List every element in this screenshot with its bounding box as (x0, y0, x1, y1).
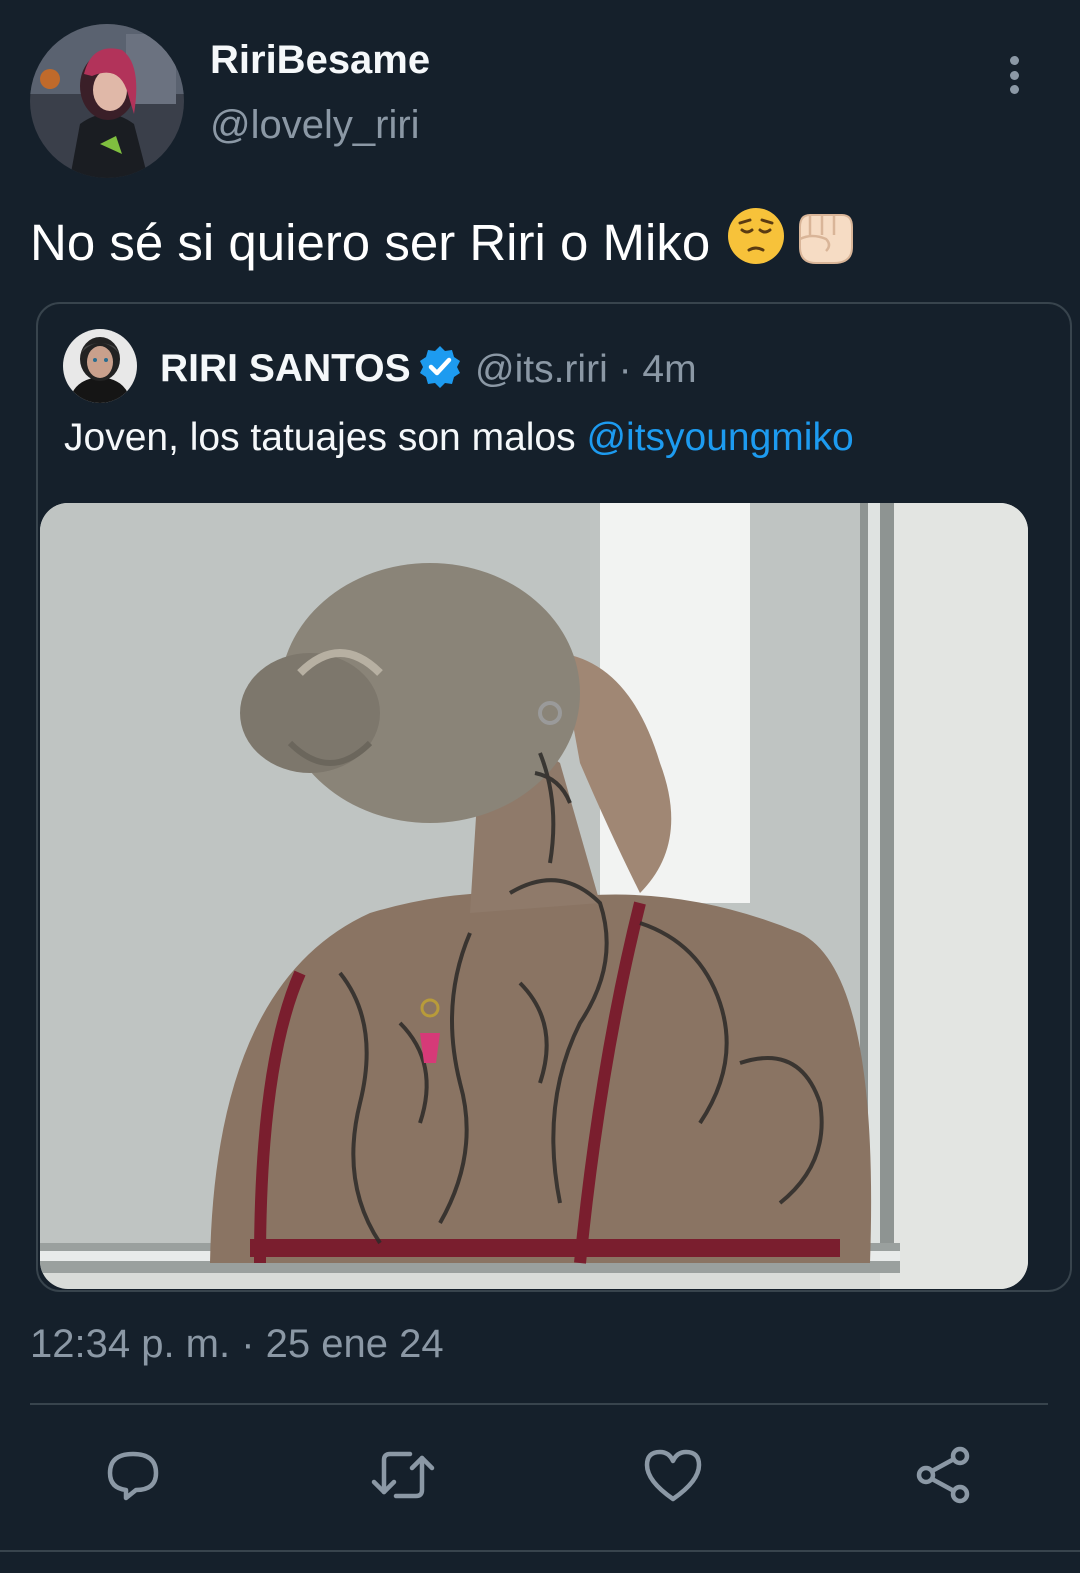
raised-fist-icon (792, 205, 858, 279)
author-avatar[interactable] (30, 24, 184, 178)
quoted-handle-time: @its.riri · 4m (475, 348, 697, 391)
retweet-icon[interactable] (370, 1442, 436, 1508)
author-display-name[interactable]: RiriBesame (210, 38, 430, 83)
quoted-author-name[interactable]: RIRI SANTOS (160, 347, 411, 391)
share-icon[interactable] (910, 1442, 976, 1508)
tweet-text: No sé si quiero ser Riri o Miko (30, 205, 858, 279)
tweet-timestamp[interactable]: 12:34 p. m. · 25 ene 24 (30, 1322, 444, 1367)
pensive-face-icon (726, 206, 786, 278)
divider (30, 1403, 1048, 1405)
tweet-detail: RiriBesame @lovely_riri No sé si quiero … (0, 0, 1080, 1573)
quoted-media-photo[interactable] (40, 503, 1028, 1289)
author-handle[interactable]: @lovely_riri (210, 103, 420, 148)
like-icon[interactable] (640, 1442, 706, 1508)
quoted-author-avatar[interactable] (63, 329, 137, 403)
mention-link[interactable]: @itsyoungmiko (586, 416, 853, 459)
quoted-tweet-card[interactable]: RIRI SANTOS @its.riri · 4m Joven, los ta… (36, 302, 1072, 1292)
reply-icon[interactable] (100, 1442, 166, 1508)
bottom-divider (0, 1550, 1080, 1552)
more-options-icon[interactable] (996, 50, 1032, 100)
quoted-tweet-text: Joven, los tatuajes son malos @itsyoungm… (64, 416, 854, 460)
tweet-text-content: No sé si quiero ser Riri o Miko (30, 213, 711, 271)
quoted-text-content: Joven, los tatuajes son malos (64, 416, 587, 459)
verified-badge-icon (420, 346, 460, 388)
